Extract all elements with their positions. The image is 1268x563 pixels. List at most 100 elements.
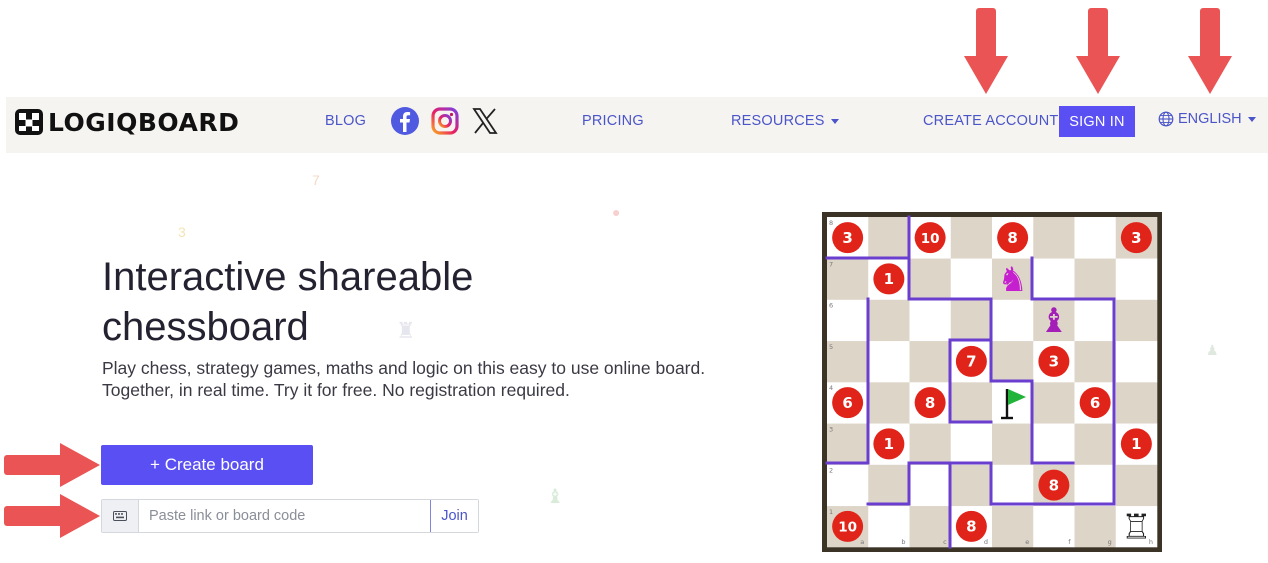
- board-square[interactable]: [909, 299, 952, 342]
- board-square[interactable]: [827, 299, 869, 342]
- knight-piece-icon[interactable]: ♞: [997, 260, 1027, 300]
- number-token-value: 1: [884, 435, 894, 453]
- board-code-input[interactable]: [139, 500, 430, 532]
- board-square[interactable]: [909, 340, 952, 383]
- nav-link-create-account[interactable]: CREATE ACCOUNT: [923, 113, 1058, 129]
- number-token-value: 10: [838, 520, 857, 536]
- x-icon[interactable]: [470, 106, 500, 136]
- number-token[interactable]: 8: [955, 510, 987, 542]
- number-token-value: 10: [921, 231, 940, 247]
- board-square[interactable]: [992, 340, 1034, 383]
- board-rank-label: 4: [829, 384, 833, 392]
- board-square[interactable]: [909, 464, 952, 507]
- board-square[interactable]: [950, 299, 993, 342]
- board-square[interactable]: [868, 340, 910, 383]
- board-square[interactable]: [1074, 423, 1117, 465]
- board-square[interactable]: [950, 217, 993, 259]
- board-square[interactable]: [992, 464, 1034, 507]
- number-token-value: 3: [842, 229, 852, 247]
- board-rank-label: 6: [829, 302, 833, 310]
- top-navbar: LOGIQBOARD BLOG PRICING RESOURCES CREATE…: [6, 97, 1268, 153]
- board-square[interactable]: [827, 340, 869, 383]
- board-square[interactable]: [1033, 382, 1075, 424]
- board-square[interactable]: [1033, 258, 1075, 300]
- board-square[interactable]: [950, 423, 993, 465]
- join-button[interactable]: Join: [430, 500, 478, 532]
- nav-link-blog[interactable]: BLOG: [325, 113, 366, 129]
- number-token[interactable]: 1: [873, 428, 905, 460]
- board-square[interactable]: [1115, 258, 1158, 300]
- board-square[interactable]: [1033, 423, 1075, 465]
- number-token[interactable]: 6: [1079, 387, 1111, 419]
- board-square[interactable]: [1074, 258, 1117, 300]
- globe-icon: [1158, 111, 1174, 127]
- board-square[interactable]: [1074, 464, 1117, 507]
- board-square[interactable]: [1115, 382, 1158, 424]
- nav-link-pricing[interactable]: PRICING: [582, 113, 644, 129]
- facebook-icon[interactable]: [390, 106, 420, 136]
- number-token[interactable]: 1: [873, 263, 905, 295]
- board-square[interactable]: [909, 258, 952, 300]
- number-token[interactable]: 10: [914, 222, 946, 254]
- chessboard-preview[interactable]: a b c d e f g h12345678 3 10 8 317 36 8 61 1810 8 ♞♝♖: [822, 212, 1162, 552]
- chevron-down-icon: [1247, 116, 1256, 122]
- board-square[interactable]: [1115, 340, 1158, 383]
- language-selector[interactable]: ENGLISH: [1158, 111, 1256, 127]
- board-file-label: a: [860, 538, 864, 546]
- number-token[interactable]: 1: [1120, 428, 1152, 460]
- board-square[interactable]: [1115, 299, 1158, 342]
- number-token[interactable]: 3: [1120, 222, 1152, 254]
- brand-logo[interactable]: LOGIQBOARD: [14, 107, 239, 137]
- number-token-value: 6: [1090, 394, 1100, 412]
- board-square[interactable]: [827, 423, 869, 465]
- rook-piece-icon[interactable]: ♖: [1121, 507, 1151, 547]
- number-token-value: 1: [884, 270, 894, 288]
- number-token-value: 8: [1007, 229, 1017, 247]
- board-square[interactable]: [992, 423, 1034, 465]
- board-square[interactable]: [827, 464, 869, 507]
- board-square[interactable]: [950, 382, 993, 424]
- nav-dropdown-resources[interactable]: RESOURCES: [731, 113, 839, 129]
- number-token[interactable]: 3: [832, 222, 864, 254]
- board-square[interactable]: [1115, 464, 1158, 507]
- board-square[interactable]: [868, 299, 910, 342]
- bishop-piece-icon[interactable]: ♝: [1039, 301, 1069, 341]
- instagram-icon[interactable]: [430, 106, 460, 136]
- board-square[interactable]: [868, 382, 910, 424]
- annotation-arrow-create-board: [4, 443, 100, 487]
- annotation-arrow-join-board: [4, 494, 100, 538]
- board-square[interactable]: [909, 423, 952, 465]
- board-file-label: d: [984, 538, 988, 546]
- number-token[interactable]: 8: [914, 387, 946, 419]
- background-decoration-icon: 7: [312, 172, 320, 188]
- board-square[interactable]: [868, 217, 910, 259]
- board-square[interactable]: [1074, 340, 1117, 383]
- number-token[interactable]: 8: [1038, 469, 1070, 501]
- number-token[interactable]: 6: [832, 387, 864, 419]
- board-square[interactable]: [1074, 299, 1117, 342]
- board-square[interactable]: [827, 258, 869, 300]
- board-rank-label: 3: [829, 425, 833, 433]
- logo-icon: [15, 109, 43, 135]
- keyboard-icon-box: [102, 500, 139, 532]
- board-square[interactable]: [868, 464, 910, 507]
- number-token[interactable]: 10: [832, 510, 864, 542]
- annotation-arrow-language: [1188, 8, 1232, 94]
- chevron-down-icon: [830, 118, 839, 124]
- board-square[interactable]: [1074, 217, 1117, 259]
- create-board-button[interactable]: + Create board: [101, 445, 313, 485]
- sign-in-button[interactable]: SIGN IN: [1059, 106, 1135, 137]
- board-rank-label: 7: [829, 260, 833, 268]
- board-square[interactable]: [950, 258, 993, 300]
- board-square[interactable]: [950, 464, 993, 507]
- number-token-value: 3: [1049, 353, 1059, 371]
- number-token-value: 8: [966, 518, 976, 536]
- brand-name: LOGIQBOARD: [48, 107, 240, 137]
- number-token[interactable]: 3: [1038, 345, 1070, 377]
- board-file-label: c: [943, 538, 947, 546]
- board-file-label: g: [1108, 538, 1112, 546]
- board-square[interactable]: [1033, 217, 1075, 259]
- number-token[interactable]: 7: [955, 345, 987, 377]
- board-square[interactable]: [992, 299, 1034, 342]
- number-token[interactable]: 8: [997, 222, 1029, 254]
